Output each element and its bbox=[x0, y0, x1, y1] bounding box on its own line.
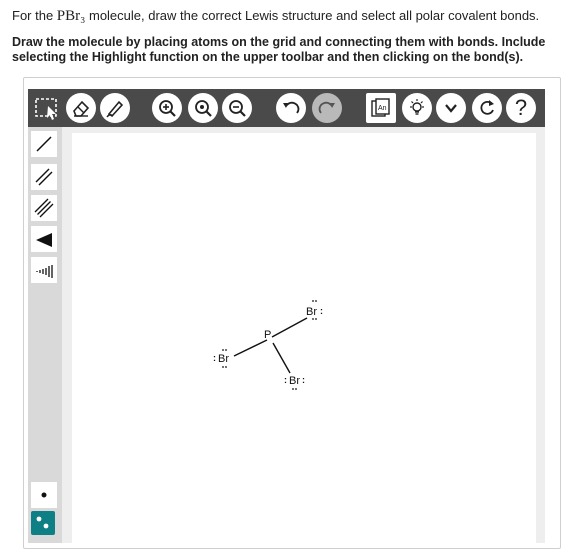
radical-dots-icon[interactable] bbox=[31, 511, 55, 535]
question-suffix: molecule, draw the correct Lewis structu… bbox=[85, 8, 540, 23]
wedge-bond-icon[interactable] bbox=[31, 226, 57, 252]
template-label: An bbox=[378, 105, 387, 112]
instruction-line-1: Draw the molecule by placing atoms on th… bbox=[12, 35, 546, 49]
zoom-in-icon[interactable] bbox=[152, 93, 182, 123]
lone-pair-dot-icon[interactable] bbox=[31, 482, 57, 508]
eraser-icon[interactable] bbox=[66, 93, 96, 123]
question-line: For the PBr₃ molecule, draw the correct … bbox=[12, 8, 539, 25]
rotate-icon[interactable] bbox=[472, 93, 502, 123]
help-label: ? bbox=[514, 95, 528, 120]
select-lasso-icon[interactable] bbox=[32, 93, 62, 123]
highlight-icon[interactable] bbox=[402, 93, 432, 123]
redo-icon[interactable] bbox=[312, 93, 342, 123]
bond-p-br-left[interactable] bbox=[233, 339, 268, 357]
hash-bond-icon[interactable] bbox=[31, 257, 57, 283]
zoom-out-icon[interactable] bbox=[222, 93, 252, 123]
chevron-down-icon[interactable] bbox=[436, 93, 466, 123]
instructions: Draw the molecule by placing atoms on th… bbox=[12, 35, 568, 65]
molecule-drawing: P Br : : Br : Br : bbox=[213, 300, 323, 390]
lone-pair-mark: : bbox=[320, 306, 323, 316]
undo-icon[interactable] bbox=[276, 93, 306, 123]
template-icon[interactable]: An bbox=[366, 93, 396, 123]
triple-bond-icon[interactable] bbox=[31, 195, 57, 221]
pencil-icon[interactable] bbox=[100, 93, 130, 123]
atom-p[interactable]: P bbox=[264, 329, 271, 341]
lone-pair-mark: : bbox=[213, 353, 216, 363]
question-prefix: For the bbox=[12, 8, 57, 23]
single-bond-icon[interactable] bbox=[31, 131, 57, 157]
atom-br-right[interactable]: Br bbox=[306, 306, 317, 318]
atom-br-left[interactable]: Br bbox=[218, 353, 229, 365]
instruction-line-2: selecting the Highlight function on the … bbox=[12, 50, 524, 64]
bond-p-br-right[interactable] bbox=[271, 317, 308, 338]
bond-tools-panel bbox=[28, 127, 62, 543]
lone-pair-dots bbox=[292, 388, 297, 390]
help-icon[interactable]: ? bbox=[506, 93, 536, 123]
top-toolbar: An ? bbox=[28, 89, 545, 127]
double-bond-icon[interactable] bbox=[31, 164, 57, 190]
lone-pair-mark: : bbox=[302, 375, 305, 385]
formula: PBr₃ bbox=[56, 8, 86, 24]
atom-br-bottom[interactable]: Br bbox=[289, 375, 300, 387]
drawing-canvas[interactable]: P Br : : Br : Br : bbox=[72, 133, 536, 543]
lone-pair-mark: : bbox=[284, 375, 287, 385]
bond-p-br-bottom[interactable] bbox=[272, 342, 291, 374]
zoom-reset-icon[interactable] bbox=[188, 93, 218, 123]
